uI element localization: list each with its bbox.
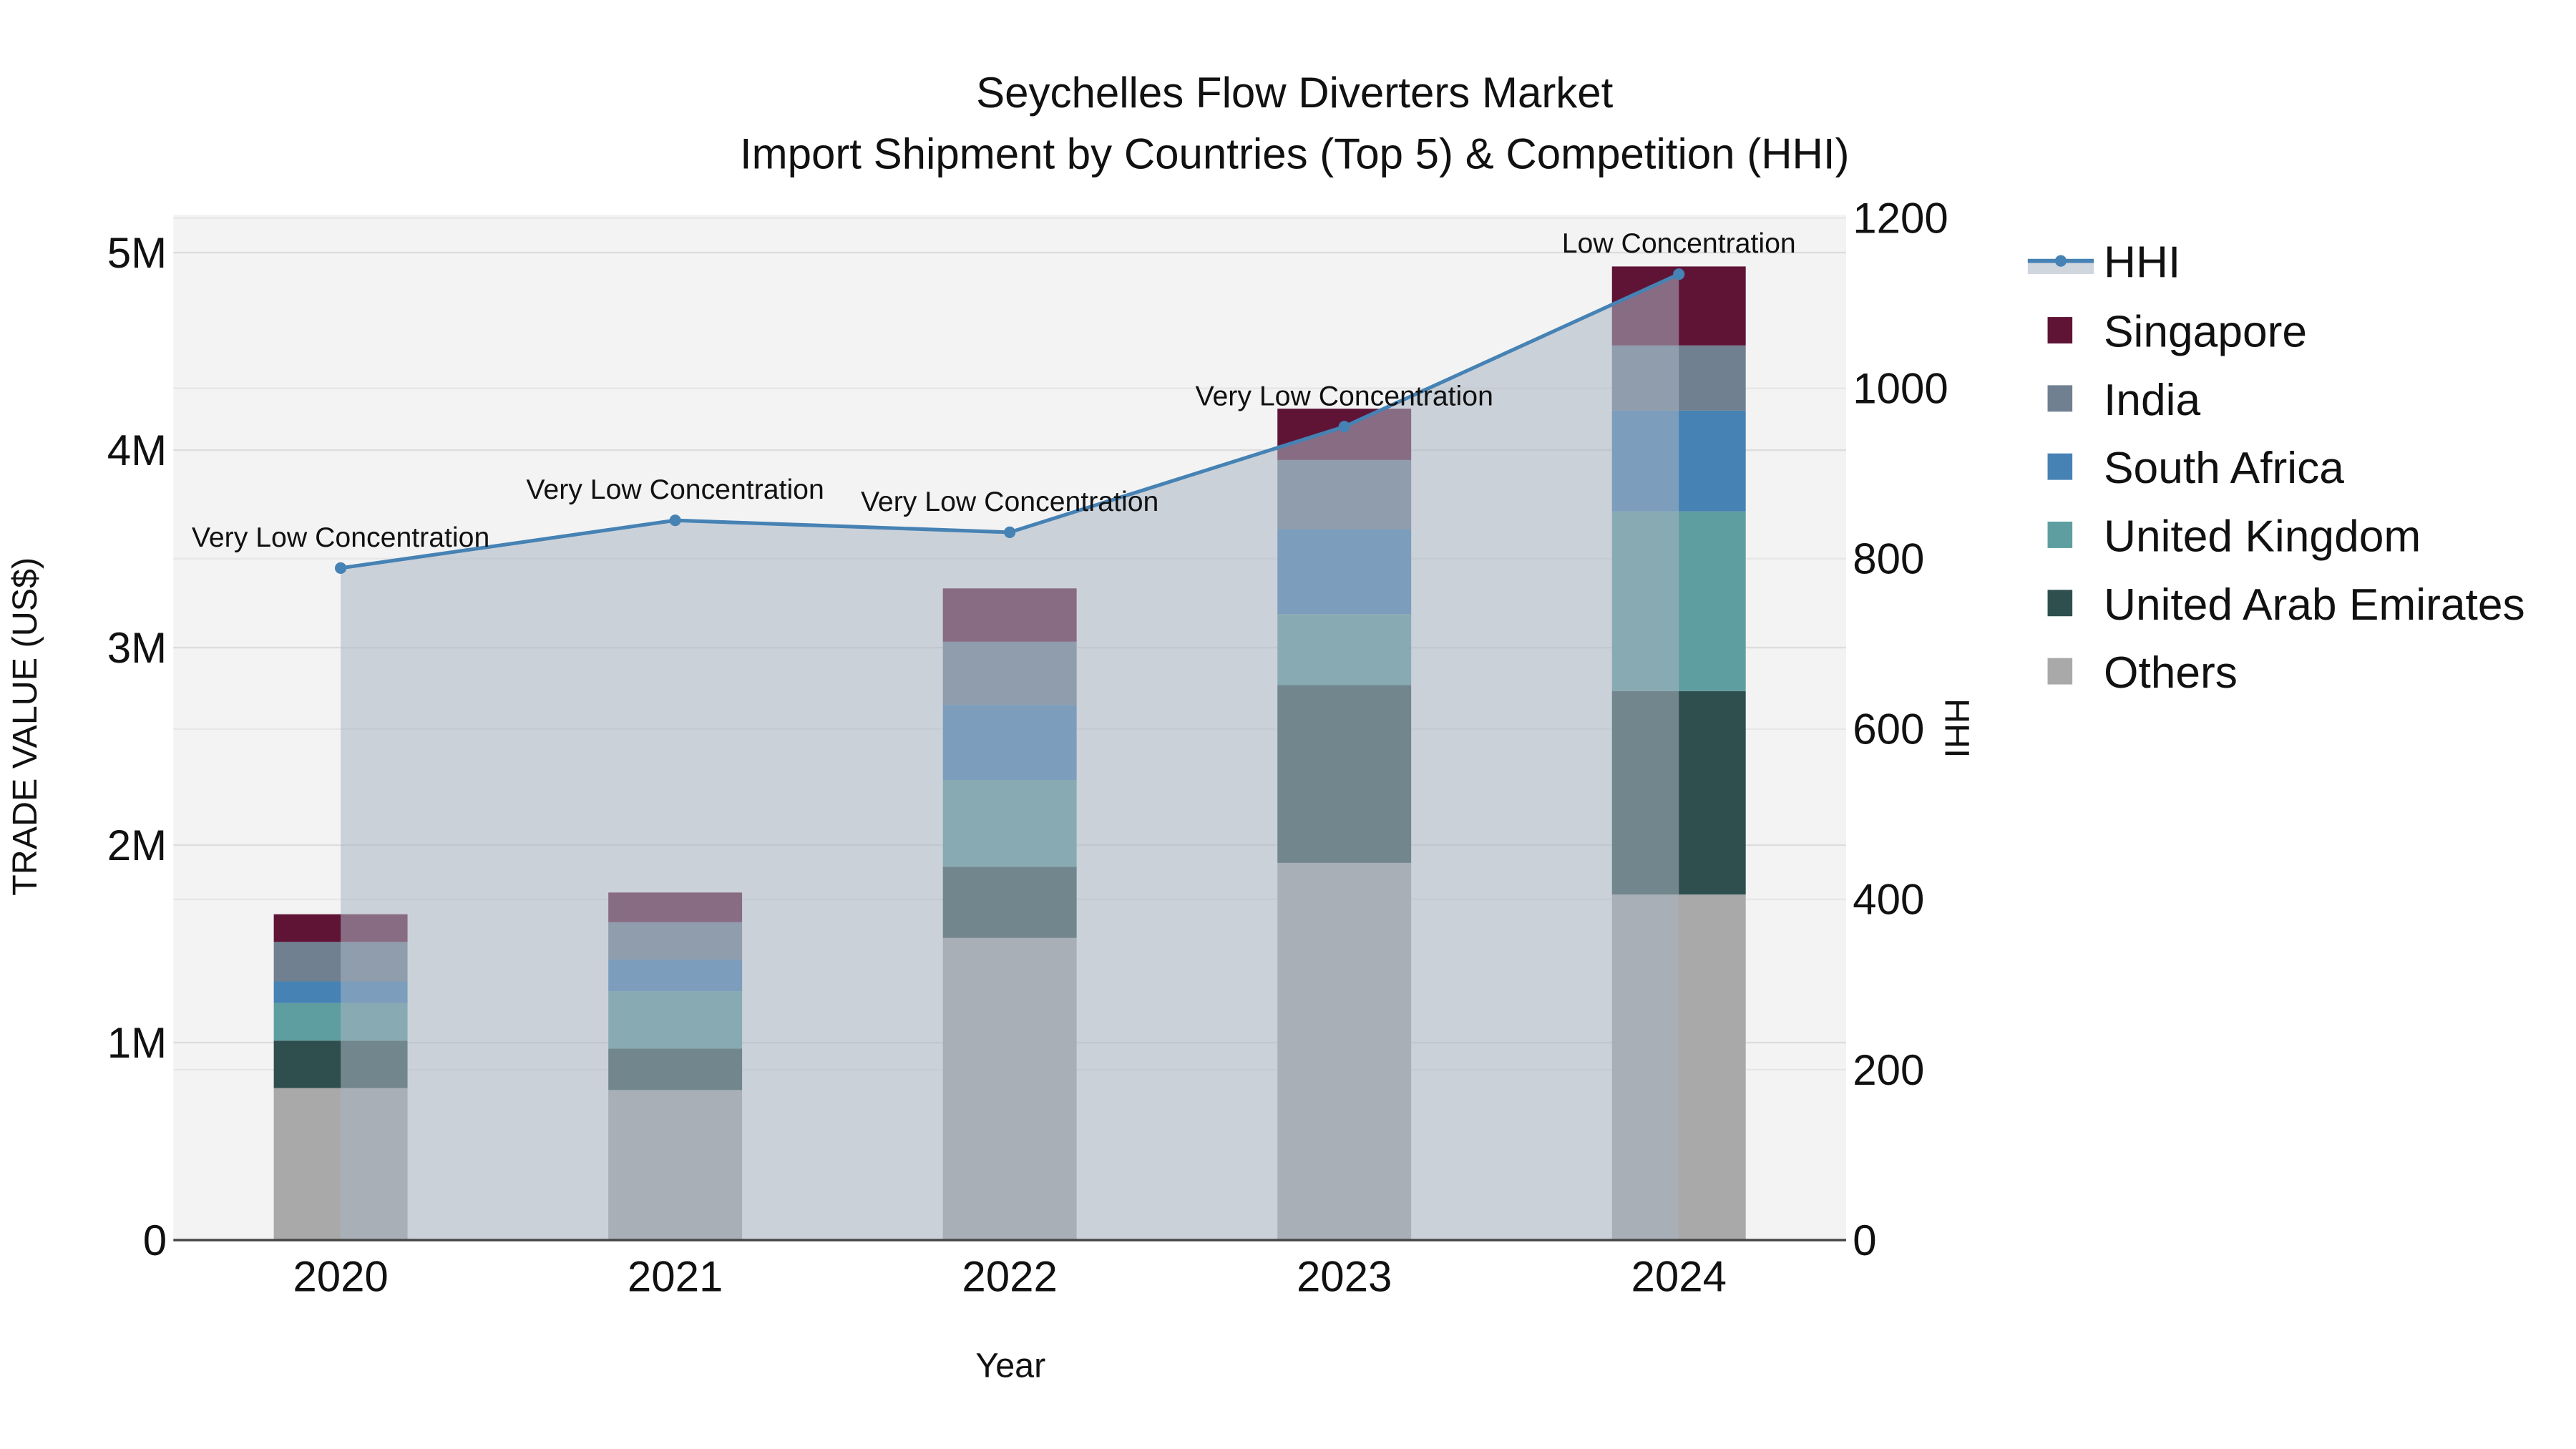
hhi-annotation: Very Low Concentration — [192, 522, 489, 553]
legend-swatch-others — [2047, 658, 2073, 685]
hhi-point-2023 — [1338, 421, 1350, 433]
hhi-annotation: Very Low Concentration — [861, 486, 1158, 517]
legend-label-south-africa: South Africa — [2104, 444, 2344, 493]
legend-hhi-marker-icon — [2054, 255, 2067, 267]
legend-label-united-kingdom: United Kingdom — [2104, 512, 2421, 562]
x-tick-label: 2024 — [1631, 1253, 1726, 1301]
y2-tick-label: 0 — [1853, 1216, 1876, 1264]
legend-swatch-south-africa — [2047, 453, 2073, 480]
y-tick-label: 0 — [143, 1216, 167, 1264]
hhi-annotation: Very Low Concentration — [526, 474, 824, 505]
chart: Seychelles Flow Diverters Market Import … — [6, 69, 2525, 1385]
legend-swatch-united-kingdom — [2047, 522, 2073, 548]
y-tick-label: 3M — [107, 624, 167, 672]
hhi-point-2020 — [335, 562, 347, 574]
legend-label-united-arab-emirates: United Arab Emirates — [2104, 580, 2525, 630]
y-axis-label: TRADE VALUE (US$) — [6, 557, 44, 896]
legend-label-india: India — [2104, 376, 2200, 425]
chart-title: Seychelles Flow Diverters Market — [976, 69, 1614, 117]
x-tick-label: 2022 — [962, 1253, 1057, 1301]
chart-subtitle: Import Shipment by Countries (Top 5) & C… — [740, 130, 1850, 177]
x-tick-label: 2023 — [1297, 1253, 1392, 1301]
y2-tick-label: 800 — [1853, 535, 1924, 583]
legend-swatch-india — [2047, 385, 2073, 412]
y2-tick-label: 1200 — [1853, 194, 1948, 242]
legend-label-others: Others — [2104, 648, 2238, 698]
legend-label-singapore: Singapore — [2104, 308, 2307, 357]
y-tick-label: 5M — [107, 229, 167, 277]
y2-tick-label: 600 — [1853, 706, 1924, 753]
y2-axis-label: HHI — [1937, 698, 1976, 758]
x-tick-label: 2021 — [628, 1253, 723, 1301]
y-tick-label: 4M — [107, 426, 167, 474]
hhi-point-2021 — [669, 514, 681, 527]
y2-tick-label: 400 — [1853, 876, 1924, 924]
legend-swatch-united-arab-emirates — [2047, 590, 2073, 617]
x-axis-label: Year — [975, 1347, 1045, 1385]
x-tick-label: 2020 — [293, 1253, 388, 1301]
hhi-point-2024 — [1673, 268, 1685, 280]
legend-swatch-singapore — [2047, 317, 2073, 343]
y2-tick-label: 1000 — [1853, 364, 1948, 412]
legend-label-hhi: HHI — [2104, 238, 2180, 288]
hhi-point-2022 — [1004, 526, 1016, 538]
y-tick-label: 2M — [107, 821, 167, 869]
hhi-annotation: Very Low Concentration — [1195, 380, 1493, 411]
y2-tick-label: 200 — [1853, 1046, 1924, 1094]
y-tick-label: 1M — [107, 1019, 167, 1067]
hhi-annotation: Low Concentration — [1562, 228, 1796, 259]
